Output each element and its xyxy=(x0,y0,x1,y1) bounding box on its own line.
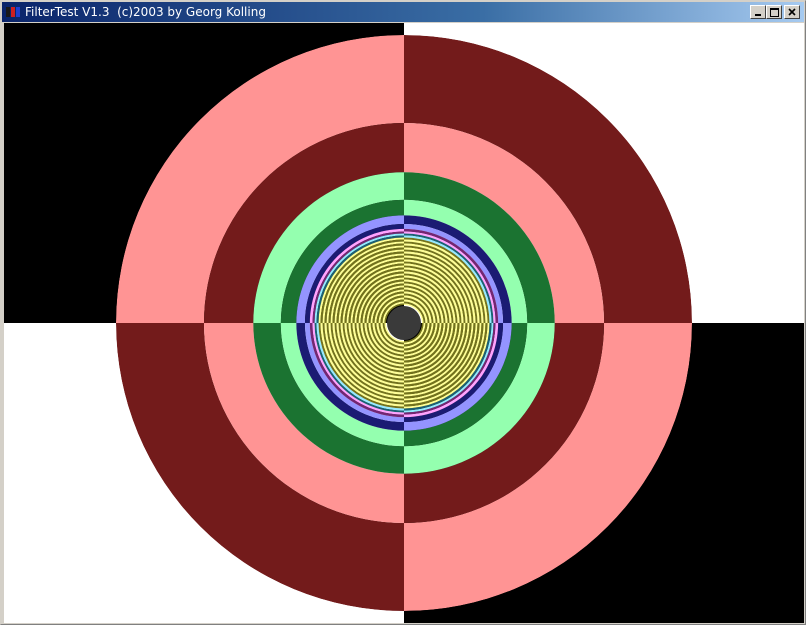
close-button[interactable] xyxy=(784,5,800,19)
title-buttons xyxy=(750,5,800,19)
test-pattern xyxy=(4,23,804,623)
app-icon[interactable] xyxy=(5,5,21,19)
app-window: FilterTest V1.3 (c)2003 by Georg Kolling xyxy=(0,0,806,625)
center-dot xyxy=(387,306,421,340)
maximize-button[interactable] xyxy=(766,5,782,19)
window-title: FilterTest V1.3 (c)2003 by Georg Kolling xyxy=(25,5,266,19)
title-bar[interactable]: FilterTest V1.3 (c)2003 by Georg Kolling xyxy=(2,2,804,22)
minimize-icon xyxy=(755,14,761,16)
close-icon xyxy=(788,8,796,16)
maximize-icon xyxy=(769,7,779,17)
filter-test-canvas[interactable] xyxy=(4,23,804,623)
minimize-button[interactable] xyxy=(750,5,766,19)
